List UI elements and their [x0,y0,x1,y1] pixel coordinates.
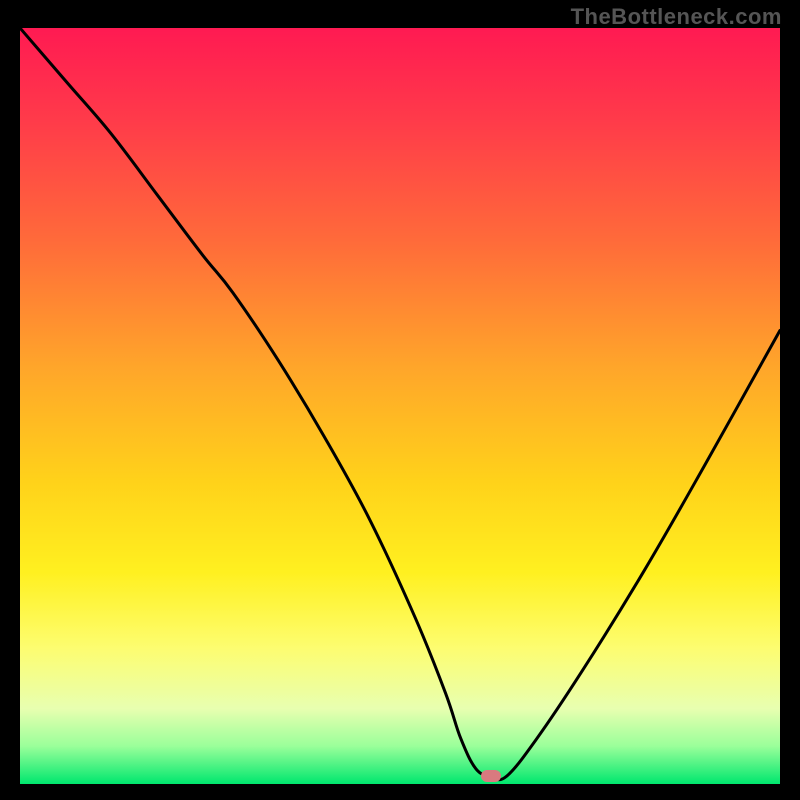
chart-frame: TheBottleneck.com [0,0,800,800]
plot-area [20,28,780,784]
optimal-marker [481,770,501,782]
curve-svg [20,28,780,784]
watermark-text: TheBottleneck.com [571,4,782,30]
bottleneck-curve [20,28,780,780]
